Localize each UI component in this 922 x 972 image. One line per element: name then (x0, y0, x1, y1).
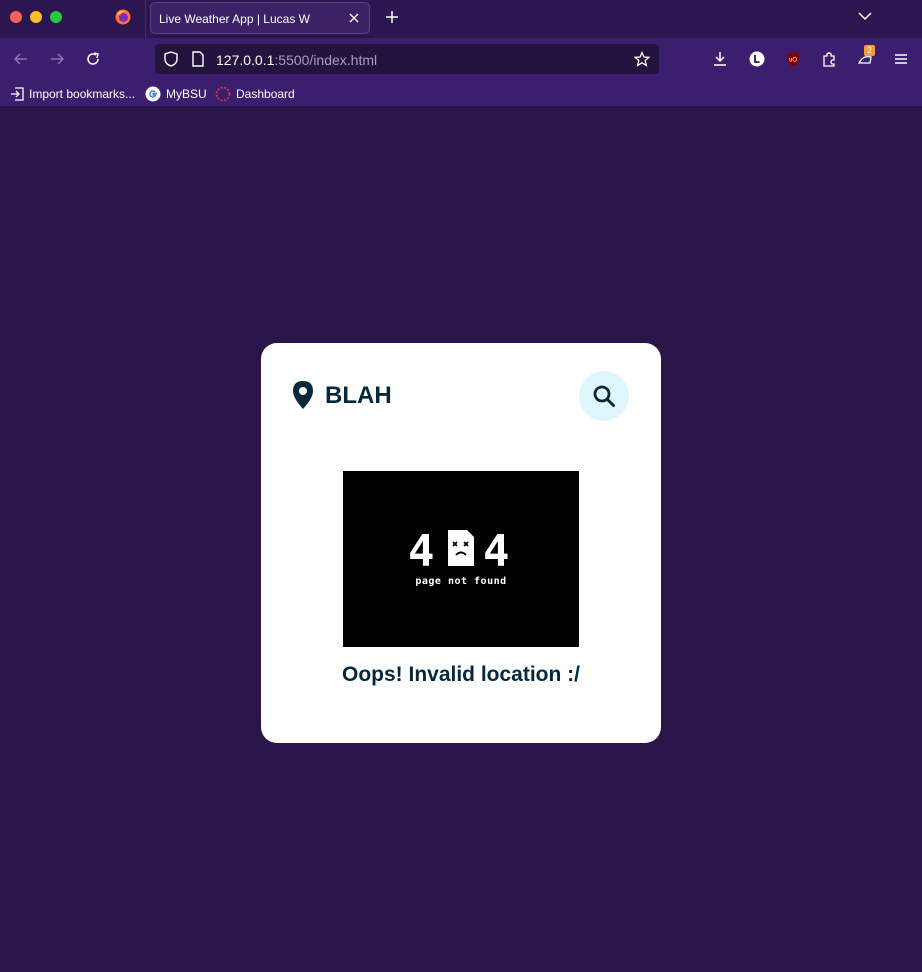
ublock-icon[interactable]: uO (785, 51, 801, 67)
bookmark-label: Dashboard (236, 87, 295, 101)
bookmark-mybsu[interactable]: MyBSU (145, 86, 207, 102)
puzzle-icon[interactable] (821, 51, 837, 67)
not-found-caption: page not found (415, 576, 507, 587)
chevron-down-icon[interactable] (858, 11, 872, 21)
page-icon[interactable] (191, 51, 205, 67)
dashboard-icon (215, 86, 231, 102)
location-pin-icon (293, 381, 313, 409)
star-icon[interactable] (634, 51, 650, 67)
close-window-button[interactable] (10, 11, 22, 23)
close-icon[interactable] (347, 11, 361, 25)
tab-strip: Live Weather App | Lucas W (0, 0, 922, 38)
forward-arrow-icon[interactable] (49, 51, 65, 67)
weather-card: 4 4 page not found Oops! Invalid locatio… (261, 343, 661, 743)
bookmarks-bar: Import bookmarks... MyBSU Dashboard (0, 80, 922, 106)
download-icon[interactable] (712, 51, 728, 67)
search-icon (593, 385, 615, 407)
bookmark-label: MyBSU (166, 87, 207, 101)
reload-icon[interactable] (85, 51, 101, 67)
minimize-window-button[interactable] (30, 11, 42, 23)
url-path: :5500/index.html (274, 52, 378, 68)
address-bar[interactable]: 127.0.0.1:5500/index.html (155, 44, 659, 74)
account-icon[interactable] (749, 51, 765, 67)
plus-icon[interactable] (385, 10, 399, 24)
error-message: Oops! Invalid location :/ (341, 663, 580, 686)
navigation-toolbar: 127.0.0.1:5500/index.html uO 2 (0, 38, 922, 80)
svg-text:uO: uO (789, 58, 797, 64)
not-found-digit: 4 (483, 526, 510, 577)
extension-badge: 2 (864, 45, 875, 56)
bookmark-import[interactable]: Import bookmarks... (10, 86, 135, 102)
menu-icon[interactable] (893, 51, 909, 67)
not-found-image: 4 4 page not found (343, 471, 579, 647)
tab-separator (145, 0, 146, 38)
not-found-digit: 4 (408, 526, 435, 577)
google-icon (145, 86, 161, 102)
broken-file-icon (448, 530, 474, 566)
maximize-window-button[interactable] (50, 11, 62, 23)
firefox-icon[interactable] (115, 9, 131, 25)
search-button[interactable] (579, 371, 629, 421)
import-icon (11, 87, 24, 101)
tab-title: Live Weather App | Lucas W (159, 12, 310, 26)
url-host: 127.0.0.1 (216, 52, 275, 68)
url-text: 127.0.0.1:5500/index.html (216, 52, 377, 68)
bookmark-dashboard[interactable]: Dashboard (215, 86, 295, 102)
back-arrow-icon[interactable] (13, 51, 29, 67)
tab-active[interactable]: Live Weather App | Lucas W (150, 2, 370, 34)
shield-icon[interactable] (163, 51, 179, 67)
bookmark-label: Import bookmarks... (29, 87, 136, 101)
location-input[interactable] (325, 381, 565, 411)
